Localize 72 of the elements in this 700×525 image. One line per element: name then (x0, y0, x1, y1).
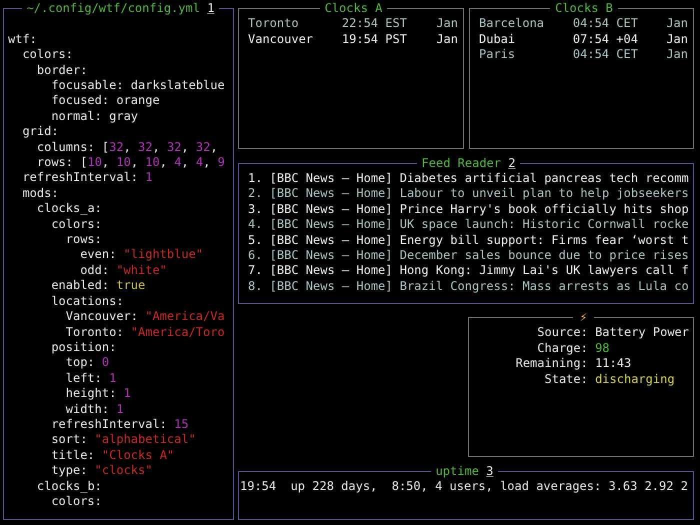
lightning-icon: ⚡ (580, 311, 588, 324)
code-line: focused: orange (51, 93, 160, 109)
feed-item[interactable]: 8. [BBC News – Home] Brazil Congress: Mass arrests as Lula co (248, 278, 689, 294)
panel-title: uptime (436, 464, 479, 478)
code-line: rows: [10, 10, 10, 4, 4, 9 (36, 155, 225, 170)
code-line: height: 1 (66, 386, 131, 402)
code-line: position: (51, 340, 116, 356)
feed-item[interactable]: 5. [BBC News – Home] Energy bill support: Firms fear ‘worst t (248, 232, 689, 248)
code-line: mods: (22, 186, 59, 202)
code-line: colors: (22, 47, 74, 63)
code-line: colors: (51, 216, 102, 232)
code-line: width: 1 (66, 402, 124, 417)
city-name: Vancouver (248, 32, 314, 48)
panel-title: Feed Reader (422, 156, 501, 170)
code-line: left: 1 (66, 370, 116, 386)
city-name: Paris (479, 47, 516, 63)
code-line: Vancouver: "America/Va (66, 309, 225, 325)
feed-item[interactable]: 4. [BBC News – Home] UK space launch: Historic Cornwall rocke (248, 217, 689, 233)
feed-item[interactable]: 6. [BBC News – Home] December sales bounce due to price rises (248, 248, 689, 264)
code-line: refreshInterval: 1 (22, 170, 152, 186)
clock-date: Jan (436, 16, 459, 32)
code-line: even: "lightblue" (80, 247, 204, 263)
clock-time: 07:54 +04 (572, 32, 638, 48)
code-line: normal: gray (51, 108, 138, 124)
clock-date: Jan (436, 32, 459, 48)
hotkey-label: 1 (207, 2, 214, 15)
code-line: clocks_a: (36, 201, 102, 217)
code-line: sort: "alphabetical" (51, 432, 196, 448)
battery-value: 11:43 (595, 356, 632, 372)
panel-title: Clocks B (555, 2, 613, 15)
code-line: refreshInterval: 15 (51, 416, 189, 432)
code-line: locations: (51, 294, 124, 310)
code-line: columns: [32, 32, 32, 32, (36, 140, 218, 156)
panel-title: Clocks A (324, 2, 382, 15)
code-line: border: (36, 62, 88, 78)
clock-time: 22:54 EST (342, 16, 407, 32)
battery-value: 98 (595, 340, 611, 356)
code-line: colors: (51, 494, 102, 510)
code-line: Toronto: "America/Toro (66, 324, 225, 340)
panel-title: ~/.config/wtf/config.yml (26, 2, 200, 15)
battery-label: Charge: (537, 340, 588, 356)
feed-item[interactable]: 1. [BBC News – Home] Diabetes artificial pancreas tech recomm (248, 170, 689, 186)
city-name: Dubai (479, 32, 516, 48)
code-line: rows: (66, 232, 102, 248)
hotkey-label: 3 (486, 464, 494, 478)
battery-label: Remaining: (516, 356, 588, 372)
code-line: focusable: darkslateblue (51, 78, 225, 94)
clock-date: Jan (666, 32, 689, 48)
city-name: Barcelona (479, 16, 544, 32)
battery-value: Battery Power (595, 325, 689, 341)
clock-time: 04:54 CET (572, 47, 638, 63)
feed-item[interactable]: 7. [BBC News – Home] Hong Kong: Jimmy Lai's UK lawyers call f (248, 263, 689, 279)
feed-item[interactable]: 3. [BBC News – Home] Prince Harry's book officially hits shop (248, 202, 689, 218)
code-line: title: "Clocks A" (51, 448, 174, 464)
battery-value: discharging (595, 372, 676, 388)
clock-date: Jan (666, 47, 689, 63)
code-line: grid: (22, 124, 59, 140)
code-line: enabled: true (51, 278, 146, 294)
code-line: clocks_b: (36, 478, 102, 494)
clock-time: 19:54 PST (342, 32, 407, 48)
clock-date: Jan (666, 16, 689, 32)
clock-time: 04:54 CET (572, 16, 638, 32)
code-line: top: 0 (66, 355, 110, 371)
uptime-text: 19:54 up 228 days, 8:50, 4 users, load averages: 3.63 2.92 2 (240, 478, 688, 494)
battery-label: Source: (537, 325, 588, 341)
city-name: Toronto (248, 16, 299, 32)
code-line: odd: "white" (80, 262, 167, 278)
battery-label: State: (544, 372, 588, 388)
feed-item[interactable]: 2. [BBC News – Home] Labour to unveil plan to help jobseekers (248, 186, 689, 202)
code-line: type: "clocks" (51, 463, 152, 479)
code-line: wtf: (8, 32, 37, 48)
hotkey-label: 2 (508, 156, 516, 170)
